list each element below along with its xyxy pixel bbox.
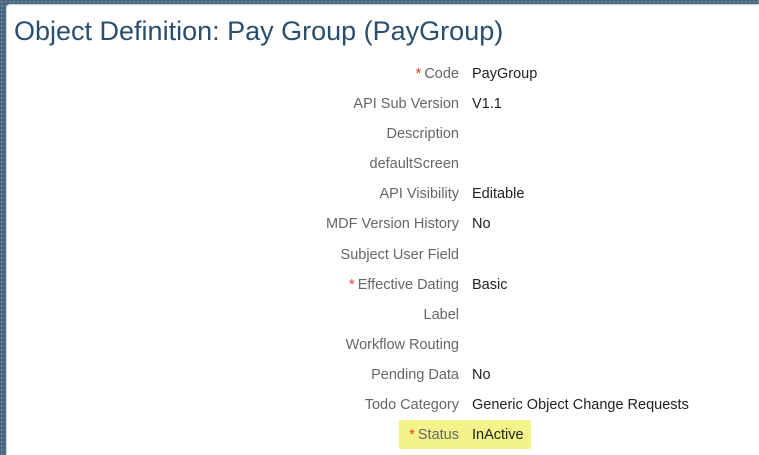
field-row-subject-user-field: Subject User Field [7,240,759,270]
field-label-workflow-routing: Workflow Routing [345,336,459,353]
field-value-pending-data: No [472,366,491,383]
field-value-effective-dating: Basic [472,276,508,293]
field-row-effective-dating: * Effective Dating Basic [7,270,759,300]
field-row-status: * Status InActive [7,420,759,450]
object-definition-panel: Object Definition: Pay Group (PayGroup) … [6,4,759,455]
field-row-todo-category: Todo Category Generic Object Change Requ… [7,390,759,420]
field-label-api-sub-version: API Sub Version [353,96,459,113]
field-label-effective-dating: * Effective Dating [349,276,459,294]
required-marker: * [349,276,355,293]
field-value-status: InActive [472,427,524,444]
field-label-api-visibility: API Visibility [379,186,459,203]
required-marker: * [415,66,422,82]
field-row-workflow-routing: Workflow Routing [7,330,759,360]
field-row-default-screen: defaultScreen [7,149,759,179]
field-row-pending-data: Pending Data No [7,360,759,390]
field-value-api-visibility: Editable [472,186,525,203]
field-label-text: Code [424,66,459,82]
required-marker: * [409,427,415,444]
field-value-todo-category: Generic Object Change Requests [472,397,689,414]
field-label-default-screen: defaultScreen [369,156,459,173]
field-label-label: Label [423,306,459,323]
field-row-api-sub-version: API Sub Version V1.1 [7,89,759,119]
field-label-subject-user-field: Subject User Field [340,246,459,263]
field-row-code: * Code PayGroup [7,59,759,89]
field-label-mdf-version-history: MDF Version History [326,216,459,233]
field-label-todo-category: Todo Category [364,397,459,414]
field-value-mdf-version-history: No [472,216,491,233]
field-label-status: * Status [409,426,459,444]
field-value-api-sub-version: V1.1 [472,96,502,113]
field-row-mdf-version-history: MDF Version History No [7,209,759,239]
field-row-api-visibility: API Visibility Editable [7,179,759,209]
field-list: * Code PayGroup API Sub Version V1.1 Desc… [7,59,759,450]
field-label-pending-data: Pending Data [371,366,459,383]
field-row-label: Label [7,300,759,330]
field-value-code: PayGroup [472,66,538,82]
field-label-text: Effective Dating [357,276,459,293]
field-label-description: Description [386,126,459,143]
field-label-text: Status [417,427,459,444]
page-title: Object Definition: Pay Group (PayGroup) [14,16,504,46]
field-label-code: * Code [416,65,459,83]
field-row-description: Description [7,119,759,149]
